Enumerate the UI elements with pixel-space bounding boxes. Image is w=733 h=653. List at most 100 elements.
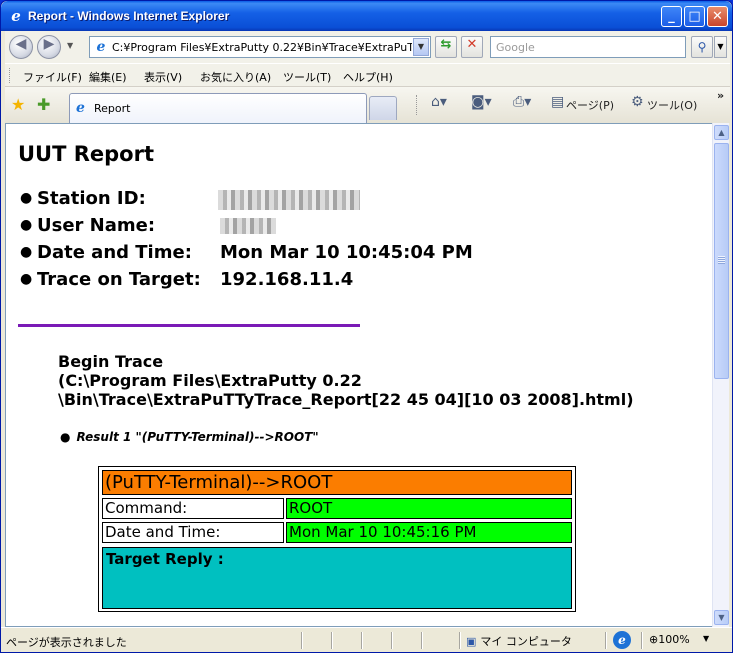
minimize-button[interactable]: _ [661,6,682,27]
section-divider [18,324,360,327]
station-id-redacted [218,190,360,210]
bullet-icon: ● [20,190,33,206]
field-date-time: ● Date and Time: [20,242,192,263]
search-placeholder: Google [496,41,535,54]
scroll-down-icon[interactable]: ▼ [714,610,729,625]
command-label: Command: [102,498,284,519]
menu-file[interactable]: ファイル(F) [23,69,82,85]
status-separator [605,632,607,649]
search-icon[interactable]: ⚲ [691,36,713,58]
status-separator [331,632,333,649]
zoom-icon: ⊕ [649,633,659,646]
vertical-scrollbar[interactable]: ▲ ▼ [712,123,729,627]
tools-gear-icon[interactable]: ⚙ [631,94,644,110]
toolbar-grip[interactable] [9,68,12,83]
status-separator [459,632,461,649]
computer-icon: ▣ [466,635,477,648]
field-label: Trace on Target: [37,269,201,290]
zoom-dropdown-icon[interactable]: ▼ [703,634,709,643]
field-label: Date and Time: [37,242,192,263]
recent-pages-dropdown-icon[interactable]: ▼ [67,41,73,50]
bullet-icon: ● [60,430,71,444]
address-field[interactable]: e C:¥Program Files¥ExtraPutty 0.22¥Bin¥T… [89,36,431,58]
toolbar-overflow-chevron-icon[interactable]: » [717,89,724,102]
page-icon: e [96,39,106,55]
result-label: Result 1 "(PuTTY-Terminal)-->ROOT" [76,430,319,444]
status-separator [641,632,643,649]
result-item: ● Result 1 "(PuTTY-Terminal)-->ROOT" [60,430,319,444]
date-time-label: Date and Time: [102,522,284,543]
field-trace-target-value: 192.168.11.4 [220,269,354,290]
ie-window: e Report - Windows Internet Explorer _ □… [0,0,733,653]
maximize-button[interactable]: □ [684,6,705,27]
zone-label: マイ コンピュータ [480,635,572,648]
report-title: UUT Report [18,142,155,166]
refresh-button[interactable]: ⇆ [435,36,457,58]
status-separator [361,632,363,649]
search-input[interactable]: Google [490,36,686,58]
zoom-value: 100% [658,633,690,646]
tab-page-icon: e [76,100,85,116]
user-name-redacted [220,218,276,234]
tools-menu[interactable]: ツール(O) [647,97,697,113]
title-bar[interactable]: e Report - Windows Internet Explorer _ □… [1,1,732,31]
print-icon[interactable]: ⎙▾ [513,94,531,110]
result-table-header: (PuTTY-Terminal)-->ROOT [102,470,572,495]
status-text: ページが表示されました [6,636,127,649]
target-reply: Target Reply : [102,547,572,609]
tab-report[interactable]: e Report [69,93,367,123]
bullet-icon: ● [20,244,33,260]
status-bar: ページが表示されました ▣ マイ コンピュータ e ⊕100% ▼ [1,627,732,652]
scroll-up-icon[interactable]: ▲ [714,125,729,140]
forward-button[interactable]: ▶ [37,35,61,59]
field-station-id: ● Station ID: [20,188,146,209]
feeds-icon[interactable]: ◙▾ [471,94,492,110]
bullet-icon: ● [20,217,33,233]
trace-line: \Bin\Trace\ExtraPuTTyTrace_Report[22 45 … [58,390,634,409]
page-menu[interactable]: ページ(P) [566,97,614,113]
home-icon[interactable]: ⌂▾ [431,94,447,110]
menu-bar: ファイル(F) 編集(E) 表示(V) お気に入り(A) ツール(T) ヘルプ(… [5,63,730,87]
scroll-thumb[interactable] [714,143,729,379]
stop-button[interactable]: ✕ [461,36,483,58]
field-label: User Name: [37,215,156,236]
new-tab-button[interactable] [369,96,397,120]
field-label: Station ID: [37,188,146,209]
menu-edit[interactable]: 編集(E) [89,69,127,85]
security-zone[interactable]: ▣ マイ コンピュータ [466,633,572,649]
add-favorite-icon[interactable]: ✚ [37,95,50,114]
trace-line: (C:\Program Files\ExtraPutty 0.22 [58,371,362,390]
scroll-grip [718,256,725,264]
menu-help[interactable]: ヘルプ(H) [343,69,393,85]
status-separator [301,632,303,649]
page-menu-icon[interactable]: ▤ [551,94,564,110]
menu-favorites[interactable]: お気に入り(A) [200,69,271,85]
result-table: (PuTTY-Terminal)-->ROOT Command: ROOT Da… [98,466,576,612]
search-options-dropdown-icon[interactable]: ▼ [714,36,727,58]
ie-logo-icon: e [11,7,21,25]
tab-label: Report [94,102,131,115]
favorites-star-icon[interactable]: ★ [11,95,25,114]
zoom-level[interactable]: ⊕100% [649,633,690,646]
page-content: UUT Report ● Station ID: ● User Name: ● Dat… [5,123,714,627]
window-title: Report - Windows Internet Explorer [28,9,230,23]
field-user-name: ● User Name: [20,215,155,236]
command-value: ROOT [286,498,572,519]
trace-heading: Begin Trace (C:\Program Files\ExtraPutty… [58,352,634,409]
trace-line: Begin Trace [58,352,164,371]
status-separator [391,632,393,649]
field-trace-target: ● Trace on Target: [20,269,201,290]
close-button[interactable]: ✕ [707,6,728,27]
menu-view[interactable]: 表示(V) [144,69,182,85]
bullet-icon: ● [20,271,33,287]
status-separator [421,632,423,649]
address-dropdown-icon[interactable]: ▼ [413,38,429,56]
menu-tools[interactable]: ツール(T) [283,69,331,85]
back-button[interactable]: ◀ [9,35,33,59]
address-text[interactable]: C:¥Program Files¥ExtraPutty 0.22¥Bin¥Tra… [112,41,412,54]
field-date-time-value: Mon Mar 10 10:45:04 PM [220,242,473,263]
command-bar: ★ ✚ e Report ⌂▾ ◙▾ ⎙▾ ▤ ページ(P) ⚙ ツール(O) … [5,87,730,123]
toolbar-separator [416,95,418,115]
protected-mode-icon[interactable]: e [613,631,631,649]
address-toolbar: ◀ ▶ ▼ e C:¥Program Files¥ExtraPutty 0.22… [5,31,730,63]
